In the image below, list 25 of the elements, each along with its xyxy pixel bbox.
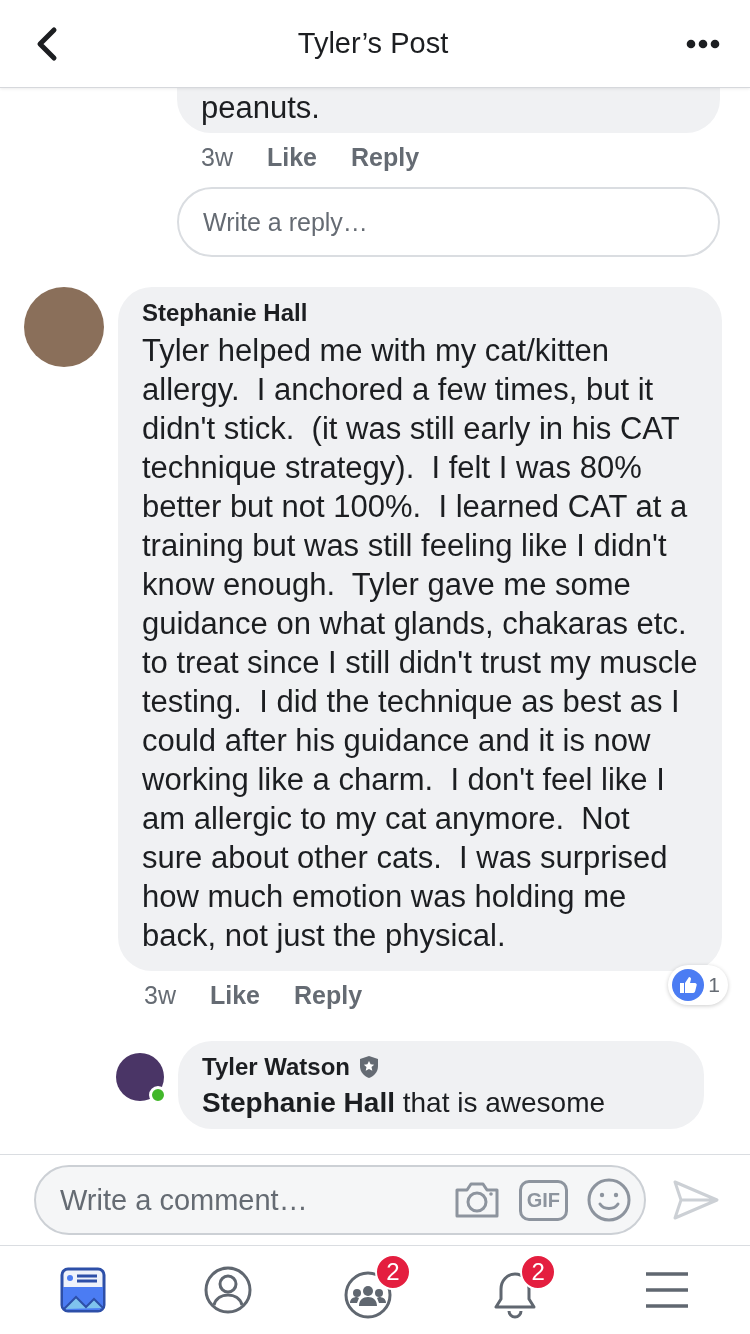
comment-action-link[interactable]: Reply <box>351 142 420 172</box>
notification-badge: 2 <box>374 1254 411 1290</box>
smiley-icon[interactable] <box>586 1177 632 1223</box>
notification-badge: 2 <box>520 1254 557 1290</box>
comment-author[interactable]: Stephanie Hall <box>142 299 698 327</box>
comment-author[interactable]: Tyler Watson <box>202 1053 351 1081</box>
reply-field[interactable]: Write a reply… <box>177 187 720 257</box>
news-feed-icon <box>59 1267 106 1313</box>
comment-field[interactable]: Write a comment… <box>58 1167 435 1233</box>
menu-icon <box>644 1271 691 1309</box>
comment-text: peanuts. <box>201 89 321 127</box>
comment-time: 3w <box>144 980 176 1010</box>
comment-action-link[interactable]: Reply <box>294 980 363 1010</box>
comment-text: Tyler helped me with my cat/kitten allergy. I anchored a few times, but it didn't stick. (it was still early in his CAT technique strategy). I felt I was 80% better but not 100%. I learned CAT at a training but was still feeling like I didn't know enough. Tyler gave me some guidance on what glands, chakaras etc. to treat since I still didn't trust my muscle testing. I did the technique as best as I could after his guidance and it is now working like a charm. I don't feel like I am allergic to my cat anymore. Not sure about other cats. I was surprised how much emotion was holding me back, not just the physical. <box>142 332 698 955</box>
comment-text: Stephanie Hall that is awesome <box>202 1086 607 1120</box>
reaction-count[interactable]: 1 <box>668 965 728 1005</box>
comment-time: 3w <box>201 142 233 172</box>
comment-action-link[interactable]: Like <box>209 980 260 1010</box>
avatar-photo <box>116 1053 164 1101</box>
gif-button[interactable]: GIF <box>518 1179 568 1221</box>
profile-icon <box>202 1265 253 1315</box>
comment-bar[interactable]: Write a comment… GIF <box>34 1165 646 1235</box>
like-icon <box>672 969 705 1001</box>
comment-action-link[interactable]: Like <box>266 142 317 172</box>
page-title: Tyler’s Post <box>297 27 449 60</box>
